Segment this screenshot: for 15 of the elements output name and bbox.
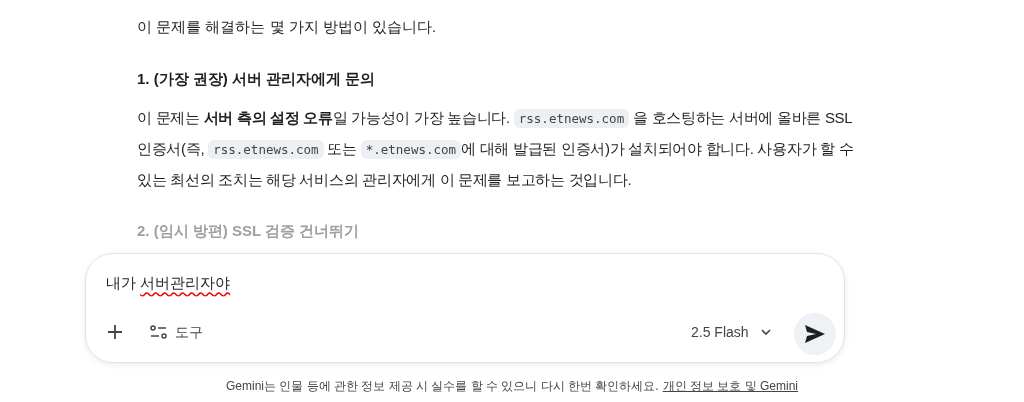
- intro-text: 이 문제를 해결하는 몇 가지 방법이 있습니다.: [137, 17, 438, 37]
- privacy-link[interactable]: 개인 정보 보호 및 Gemini: [662, 377, 798, 395]
- sliders-icon: [150, 325, 167, 339]
- section-heading: 1. (가장 권장) 서버 관리자에게 문의: [137, 69, 377, 89]
- model-selector[interactable]: 2.5 Flash: [691, 320, 771, 344]
- disclaimer-text: Gemini는 인물 등에 관한 정보 제공 시 실수를 할 수 있으니 다시 한번 확인하세요.: [225, 378, 659, 395]
- prompt-box[interactable]: 내가 서버관리자야 도구 2.5 Flash: [85, 253, 845, 363]
- plus-icon: [107, 324, 123, 340]
- tools-button[interactable]: 도구: [150, 320, 203, 344]
- body-paragraph: 이 문제는 서버 측의 설정 오류일 가능성이 가장 높습니다. rss.etnews.com 을 호스팅하는 서버에 올바른 SSL 인증서(즉, rss.etnews.com 또는 *.etnews.com 에 대해 발급된 인증서)가 설치되어야 합니다. 사용자가 할 수 있는 최선의 조치는 해당 서비스의 관리자에게 이 문제를 보고하는 것입니다.: [137, 108, 855, 190]
- send-icon: [805, 325, 825, 343]
- send-button[interactable]: [794, 313, 836, 355]
- section-heading: 2. (임시 방편) SSL 검증 건너뛰기: [137, 221, 361, 241]
- prompt-input[interactable]: 내가 서버관리자야: [106, 272, 231, 300]
- chevron-down-icon: [760, 328, 771, 336]
